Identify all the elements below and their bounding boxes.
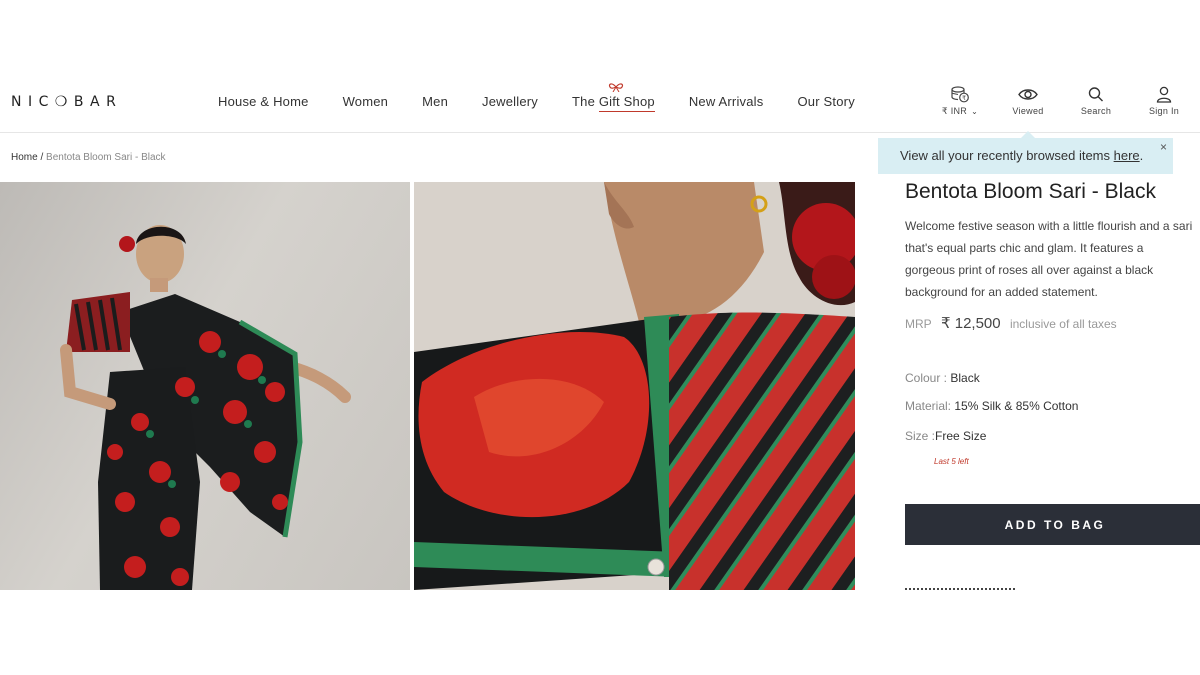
breadcrumb-separator: /: [37, 152, 47, 163]
material-value: 15% Silk & 85% Cotton: [954, 399, 1079, 413]
main-nav: House & Home Women Men Jewellery The Gif…: [218, 83, 889, 112]
user-icon: [1156, 86, 1172, 103]
colour-value: Black: [950, 371, 980, 385]
tooltip-text: View all your recently browsed items: [900, 148, 1114, 163]
tooltip-here-link[interactable]: here: [1114, 148, 1140, 163]
viewed-button[interactable]: Viewed: [994, 86, 1062, 117]
description-line: background for an added statement.: [905, 285, 1098, 299]
mrp-label: MRP: [905, 317, 932, 331]
product-title: Bentota Bloom Sari - Black: [905, 180, 1156, 203]
material-label: Material:: [905, 399, 955, 413]
gift-shop-label: Gift Shop: [598, 94, 655, 109]
size-row: Size :Free Size: [905, 429, 986, 443]
size-value[interactable]: Free Size: [935, 429, 986, 443]
product-image-1[interactable]: [0, 182, 410, 590]
nav-item-our-story[interactable]: Our Story: [797, 94, 854, 109]
nav-item-new-arrivals[interactable]: New Arrivals: [689, 94, 764, 109]
site-header: NIC❍BAR House & Home Women Men Jewellery…: [0, 72, 1200, 133]
nav-item-jewellery[interactable]: Jewellery: [482, 94, 538, 109]
product-image-2[interactable]: [414, 182, 855, 590]
gift-shop-prefix: The: [572, 94, 599, 109]
currency-coins-icon: ₹: [951, 86, 969, 103]
signin-button[interactable]: Sign In: [1130, 86, 1198, 117]
currency-label: ₹ INR: [941, 106, 968, 116]
svg-text:₹: ₹: [962, 95, 966, 102]
price-amount: ₹ 12,500: [941, 315, 1001, 332]
tooltip-arrow: [1021, 131, 1035, 138]
colour-row: Colour : Black: [905, 371, 980, 385]
currency-selector[interactable]: ₹ ₹ INR ⌄: [926, 86, 994, 117]
description-line: that's equal parts chic and glam. It fea…: [905, 241, 1144, 255]
header-tools: ₹ ₹ INR ⌄ Viewed Search Sign In: [926, 86, 1198, 117]
price-row: MRP ₹ 12,500 inclusive of all taxes: [905, 314, 1117, 332]
eye-icon: [1018, 89, 1038, 100]
description-line: gorgeous print of roses all over against…: [905, 263, 1154, 277]
tax-note: inclusive of all taxes: [1009, 317, 1117, 331]
stock-note: Last 5 left: [934, 457, 969, 466]
recently-viewed-tooltip: View all your recently browsed items her…: [878, 131, 1173, 174]
gift-shop-label-wrap: Gift Shop: [598, 83, 655, 112]
nav-item-house-home[interactable]: House & Home: [218, 94, 309, 109]
nav-item-men[interactable]: Men: [422, 94, 448, 109]
model-photo-closeup: [414, 182, 855, 590]
nav-item-gift-shop[interactable]: The Gift Shop: [572, 83, 655, 112]
gift-bow-icon: [608, 83, 623, 92]
viewed-label: Viewed: [1012, 106, 1044, 116]
product-description: Welcome festive season with a little flo…: [905, 215, 1200, 303]
search-button[interactable]: Search: [1062, 86, 1130, 117]
search-icon: [1088, 87, 1103, 102]
cropped-section-heading: [905, 585, 1025, 591]
signin-label: Sign In: [1148, 106, 1180, 116]
breadcrumb-home[interactable]: Home: [11, 152, 38, 163]
tooltip-suffix: .: [1139, 148, 1144, 163]
cropped-text-line: [905, 588, 1015, 590]
chevron-down-icon: ⌄: [971, 107, 979, 116]
add-to-bag-button[interactable]: ADD TO BAG: [905, 504, 1200, 545]
size-label: Size :: [905, 429, 936, 443]
breadcrumb-current: Bentota Bloom Sari - Black: [46, 152, 166, 163]
gift-underline: [598, 111, 655, 112]
search-label: Search: [1080, 106, 1112, 116]
description-line: Welcome festive season with a little flo…: [905, 219, 1193, 233]
nav-item-women[interactable]: Women: [343, 94, 389, 109]
breadcrumb: Home / Bentota Bloom Sari - Black: [11, 152, 166, 163]
colour-label: Colour :: [905, 371, 951, 385]
brand-logo[interactable]: NIC❍BAR: [11, 94, 122, 110]
close-icon[interactable]: ×: [1160, 140, 1167, 154]
material-row: Material: 15% Silk & 85% Cotton: [905, 399, 1078, 413]
model-photo-full: [60, 225, 351, 590]
